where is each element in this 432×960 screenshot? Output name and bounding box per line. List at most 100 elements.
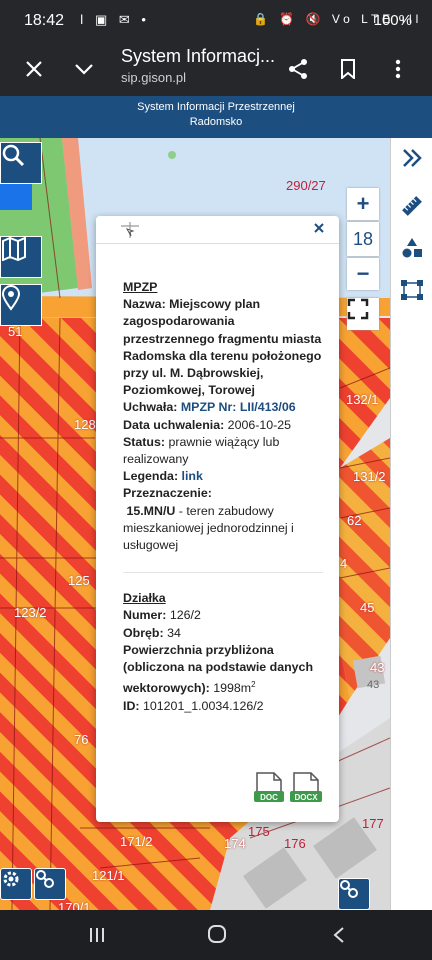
link-button[interactable] — [34, 868, 66, 900]
settings-button[interactable] — [0, 868, 32, 900]
drag-handle[interactable] — [119, 221, 141, 244]
export-doc-button[interactable]: DOC — [254, 772, 284, 804]
feature-info-popup: MPZP Nazwa: Miejscowy plan zagospodarowa… — [96, 216, 339, 822]
select-area-button[interactable] — [391, 272, 432, 308]
parcel-label: 177 — [362, 816, 384, 831]
search-icon — [2, 144, 25, 167]
recent-apps-icon — [90, 928, 104, 942]
legend-link[interactable]: link — [182, 469, 203, 483]
parcel-label: 170/1 — [58, 900, 91, 910]
parcel-heading: Działka — [123, 591, 166, 606]
more-menu-button[interactable] — [376, 42, 420, 96]
zoom-control: + 18 − — [347, 188, 380, 292]
parcel-label: 121/1 — [92, 868, 125, 883]
page-title: System Informacj... — [121, 46, 276, 66]
parcel-label: 45 — [360, 600, 375, 615]
mpzp-name: Nazwa: Miejscowy plan zagospodarowania p… — [123, 297, 322, 398]
right-toolbar — [390, 138, 432, 910]
selection-area-icon — [401, 280, 423, 300]
svg-text:DOCX: DOCX — [294, 793, 318, 802]
link-icon — [36, 870, 54, 888]
export-docx-button[interactable]: DOCX — [290, 772, 322, 804]
mpzp-date: Data uchwalenia: 2006-10-25 — [123, 417, 292, 432]
parcel-area: Powierzchnia przybliżona (obliczona na p… — [123, 642, 314, 696]
parcel-label: 123/2 — [14, 605, 47, 620]
link-icon — [340, 880, 358, 898]
resolution-link[interactable]: MPZP Nr: LII/413/06 — [181, 400, 296, 414]
mpzp-heading: MPZP — [123, 280, 158, 294]
close-popup-button[interactable] — [314, 220, 324, 236]
doc-file-icon: DOC — [254, 772, 284, 802]
chevron-down-icon — [75, 64, 93, 75]
app-title-line1: System Informacji Przestrzennej — [137, 101, 295, 113]
status-bar: 18:42 ǀ ▣ ✉ • 🔒 ⏰ 🔇 Vo LTE ıll 100% — [0, 0, 432, 42]
bookmark-icon — [341, 59, 355, 79]
back-button[interactable] — [332, 924, 346, 950]
section-divider — [123, 572, 323, 574]
search-button[interactable] — [0, 142, 42, 184]
status-time: 18:42 — [24, 12, 65, 29]
parcel-label: 4 — [340, 556, 348, 571]
mpzp-purpose-label: Przeznaczenie: — [123, 486, 212, 501]
browser-toolbar: System Informacj... sip.gison.pl — [0, 42, 432, 96]
parcel-label: 43 — [370, 660, 385, 675]
close-icon — [314, 223, 324, 233]
recent-apps-button[interactable] — [88, 924, 106, 950]
parcel-label: 174 — [224, 836, 246, 851]
battery-level: 100% — [373, 12, 412, 29]
shapes-icon — [402, 238, 422, 258]
mpzp-resolution: Uchwała: MPZP Nr: LII/413/06 — [123, 400, 296, 415]
parcel-label: 128 — [74, 417, 96, 432]
location-button[interactable] — [0, 284, 42, 326]
zoom-out-button[interactable]: − — [347, 258, 379, 290]
fullscreen-button[interactable] — [347, 298, 379, 330]
parcel-label: 290/27 — [286, 178, 326, 193]
zoom-in-button[interactable]: + — [347, 188, 379, 220]
mpzp-status: Status: prawnie wiążący lub realizowany — [123, 434, 280, 467]
popup-divider — [96, 243, 339, 244]
back-icon — [333, 927, 344, 943]
ruler-icon — [402, 196, 422, 216]
minimize-tab-button[interactable] — [62, 42, 106, 96]
mpzp-purpose: 15.MN/U - teren zabudowy mieszkaniowej j… — [123, 503, 294, 553]
measure-button[interactable] — [391, 188, 432, 224]
bookmark-button[interactable] — [326, 42, 370, 96]
zoom-level: 18 — [347, 222, 379, 256]
parcel-label: 175 — [248, 824, 270, 839]
share-icon — [289, 59, 307, 79]
parcel-label: 51 — [8, 324, 23, 339]
docx-file-icon: DOCX — [290, 772, 322, 802]
location-pin-icon — [1, 285, 21, 311]
gear-icon — [3, 871, 19, 887]
system-navigation-bar — [0, 910, 432, 960]
parcel-precinct: Obręb: 34 — [123, 625, 181, 640]
parcel-label: 132/1 — [346, 392, 379, 407]
shapes-button[interactable] — [391, 230, 432, 266]
app-title-line2: Radomsko — [189, 116, 243, 128]
parcel-label: 43 — [367, 679, 380, 691]
share-link-button[interactable] — [338, 878, 370, 910]
home-icon — [208, 925, 226, 943]
move-icon — [121, 222, 139, 238]
export-buttons: DOC DOCX — [254, 772, 324, 806]
parcel-id: ID: 101201_1.0034.126/2 — [123, 698, 264, 713]
close-tab-button[interactable] — [12, 42, 56, 96]
close-icon — [26, 61, 42, 77]
layers-button[interactable] — [0, 236, 42, 278]
parcel-label: 171/2 — [120, 834, 153, 849]
map-icon — [1, 237, 26, 261]
svg-text:DOC: DOC — [260, 793, 278, 802]
share-button[interactable] — [276, 42, 320, 96]
parcel-label: 76 — [74, 732, 89, 747]
home-button[interactable] — [207, 924, 227, 950]
mpzp-legend: Legenda: link — [123, 469, 203, 484]
parcel-number: Numer: 126/2 — [123, 608, 201, 623]
double-chevron-right-icon — [403, 149, 422, 167]
page-url: sip.gison.pl — [121, 70, 187, 85]
parcel-label: 131/2 — [353, 469, 386, 484]
app-header: System Informacji Przestrzennej Radomsko — [0, 96, 432, 138]
popup-content: MPZP Nazwa: Miejscowy plan zagospodarowa… — [123, 279, 323, 715]
notification-icons: ǀ ▣ ✉ • — [80, 12, 150, 27]
parcel-label: 62 — [347, 513, 362, 528]
expand-panel-button[interactable] — [391, 140, 432, 176]
